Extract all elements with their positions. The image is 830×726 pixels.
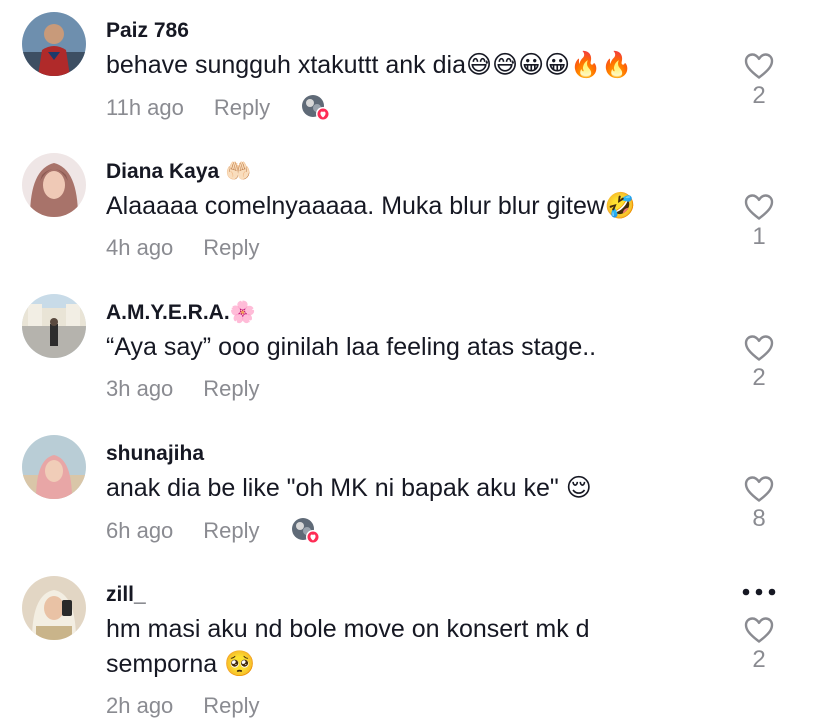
reply-button[interactable]: Reply	[203, 234, 259, 262]
like-button[interactable]: 2	[738, 616, 780, 674]
heart-outline-icon	[744, 617, 774, 643]
comment-username[interactable]: zill_	[106, 582, 706, 608]
comment-text: behave sungguh xtakuttt ank dia😅😅😀😀🔥🔥	[106, 51, 633, 79]
like-button[interactable]: 1	[738, 193, 780, 251]
like-count: 8	[752, 505, 766, 532]
heart-outline-icon	[744, 476, 774, 502]
comment-timestamp: 6h ago	[106, 518, 174, 543]
avatar[interactable]	[22, 435, 86, 499]
reply-button[interactable]: Reply	[203, 692, 259, 720]
comment-username[interactable]: Paiz 786	[106, 18, 706, 44]
reply-button[interactable]: Reply	[203, 375, 259, 403]
reply-button[interactable]: Reply	[203, 517, 259, 545]
more-options-button[interactable]	[738, 584, 780, 602]
comment-username[interactable]: shunajiha	[106, 441, 706, 467]
comment-timestamp: 3h ago	[106, 376, 174, 401]
like-count: 2	[752, 364, 766, 391]
like-button[interactable]: 2	[738, 52, 780, 110]
comment-timestamp: 4h ago	[106, 235, 174, 260]
reply-button[interactable]: Reply	[214, 94, 270, 122]
like-button[interactable]: 2	[738, 334, 780, 392]
avatar[interactable]	[22, 576, 86, 640]
comment-text: anak dia be like "oh MK ni bapak aku ke"…	[106, 474, 592, 502]
more-horizontal-icon	[742, 588, 776, 596]
avatar[interactable]	[22, 153, 86, 217]
comment-username[interactable]: A.M.Y.E.R.A.🌸	[106, 300, 706, 326]
like-count: 2	[752, 646, 766, 673]
like-count: 2	[752, 82, 766, 109]
comment-text: Alaaaaa comelnyaaaaa. Muka blur blur git…	[106, 192, 637, 220]
creator-liked-badge-icon	[290, 516, 322, 546]
like-count: 1	[752, 223, 766, 250]
avatar[interactable]	[22, 294, 86, 358]
comment-text: hm masi aku nd bole move on konsert mk d…	[106, 615, 590, 678]
creator-liked-badge-icon	[300, 93, 332, 123]
like-button[interactable]: 8	[738, 475, 780, 533]
heart-outline-icon	[744, 335, 774, 361]
heart-outline-icon	[744, 53, 774, 79]
comment-username[interactable]: Diana Kaya 🤲🏻	[106, 159, 706, 185]
comment-text: “Aya say” ooo ginilah laa feeling atas s…	[106, 333, 597, 361]
comment-timestamp: 11h ago	[106, 95, 184, 120]
heart-outline-icon	[744, 194, 774, 220]
comment-timestamp: 2h ago	[106, 693, 174, 718]
avatar[interactable]	[22, 12, 86, 76]
